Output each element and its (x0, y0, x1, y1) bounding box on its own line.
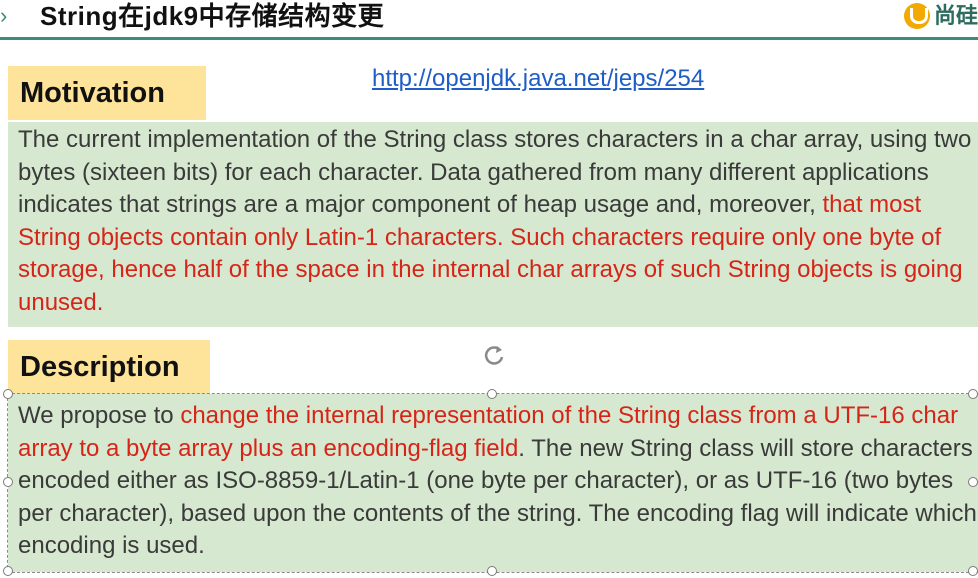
motivation-paragraph: The current implementation of the String… (18, 124, 978, 319)
resize-handle-middle-right[interactable] (968, 477, 978, 487)
resize-handle-top-right[interactable] (968, 389, 978, 399)
resize-handle-middle-left[interactable] (3, 477, 13, 487)
jep-link[interactable]: http://openjdk.java.net/jeps/254 (372, 64, 704, 94)
logo-icon (904, 3, 930, 29)
slide-header: › String在jdk9中存储结构变更 尚硅 (0, 0, 978, 40)
description-paragraph: We propose to change the internal repres… (18, 400, 978, 563)
resize-handle-bottom-center[interactable] (487, 566, 497, 576)
description-textbox[interactable]: We propose to change the internal repres… (7, 393, 978, 573)
resize-handle-bottom-left[interactable] (3, 566, 13, 576)
brand-logo: 尚硅 (904, 2, 978, 32)
chevron-right-icon: › (0, 3, 8, 28)
description-heading: Description (8, 340, 210, 394)
title-divider (0, 37, 978, 40)
motivation-textbox[interactable]: The current implementation of the String… (8, 122, 978, 327)
resize-handle-top-left[interactable] (3, 389, 13, 399)
resize-handle-top-center[interactable] (487, 389, 497, 399)
description-text-before: We propose to (18, 402, 181, 429)
motivation-heading: Motivation (8, 66, 206, 120)
slide-title: String在jdk9中存储结构变更 (40, 1, 385, 31)
resize-handle-bottom-right[interactable] (968, 566, 978, 576)
logo-text: 尚硅 (934, 3, 978, 28)
rotate-handle-icon[interactable] (480, 342, 508, 368)
